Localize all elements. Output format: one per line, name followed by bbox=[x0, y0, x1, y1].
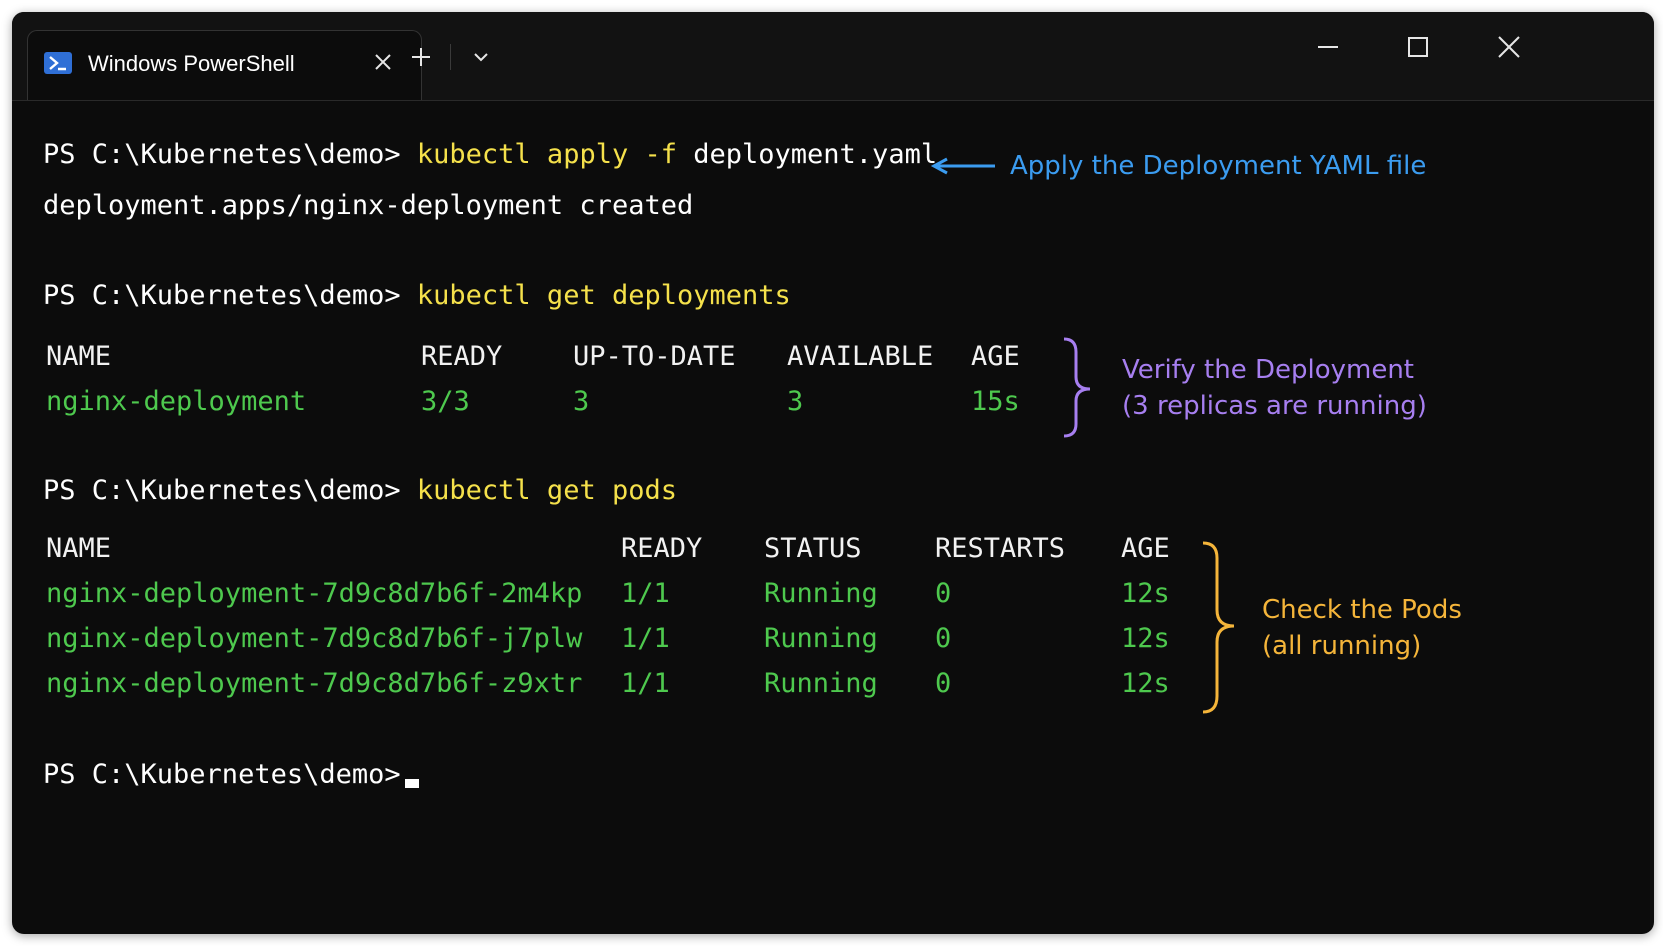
terminal-window: Windows PowerShell PS C:\Kubernetes\demo… bbox=[12, 12, 1654, 934]
brace-orange-icon bbox=[1202, 541, 1235, 714]
annotation-verify: Verify the Deployment (3 replicas are ru… bbox=[1122, 352, 1427, 425]
minimize-icon[interactable] bbox=[1315, 34, 1341, 64]
annotation-verify-line1: Verify the Deployment bbox=[1122, 355, 1414, 385]
maximize-icon[interactable] bbox=[1405, 34, 1431, 64]
annotation-apply: Apply the Deployment YAML file bbox=[1010, 151, 1427, 181]
terminal-output[interactable]: PS C:\Kubernetes\demo> kubectl apply -f … bbox=[12, 100, 1654, 934]
close-window-icon[interactable] bbox=[1496, 34, 1522, 64]
close-icon[interactable] bbox=[370, 49, 396, 75]
plus-icon[interactable] bbox=[408, 44, 434, 74]
chevron-down-icon[interactable] bbox=[470, 46, 492, 72]
annotation-verify-line2: (3 replicas are running) bbox=[1122, 391, 1427, 422]
title-bar: Windows PowerShell bbox=[12, 12, 1654, 101]
annotation-graphics bbox=[930, 157, 1235, 714]
tab-divider bbox=[450, 44, 451, 70]
annotation-pods-line1: Check the Pods bbox=[1262, 595, 1462, 625]
tab-title: Windows PowerShell bbox=[88, 51, 295, 76]
powershell-icon bbox=[44, 52, 72, 74]
tab-powershell[interactable]: Windows PowerShell bbox=[27, 30, 422, 100]
arrow-left-icon bbox=[930, 157, 995, 175]
annotation-pods: Check the Pods (all running) bbox=[1262, 592, 1462, 665]
annotation-pods-line2: (all running) bbox=[1262, 631, 1422, 662]
brace-purple-icon bbox=[1063, 337, 1091, 438]
